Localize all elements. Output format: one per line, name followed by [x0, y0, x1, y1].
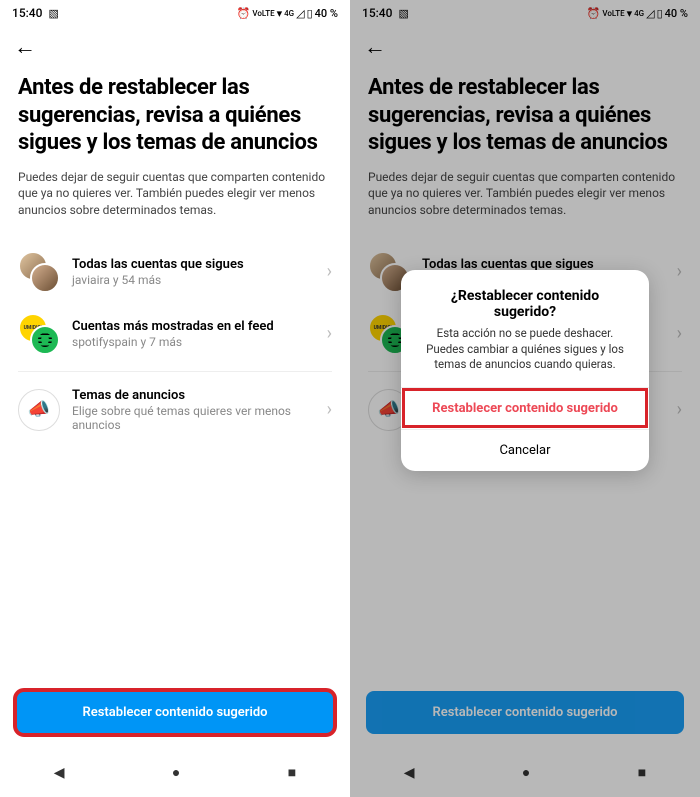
modal-cancel-button[interactable]: Cancelar	[401, 429, 649, 471]
page-title: Antes de restablecer las sugerencias, re…	[18, 74, 332, 157]
nav-home-icon[interactable]: ●	[522, 764, 530, 781]
battery-icon: ▯	[657, 7, 663, 20]
alarm-icon: ⏰	[237, 7, 251, 20]
row-sub: spotifyspain y 7 más	[72, 335, 315, 349]
status-time: 15:40	[362, 6, 392, 20]
page-subtitle: Puedes dejar de seguir cuentas que compa…	[368, 169, 682, 219]
row-ad-topics[interactable]: 📣 Temas de anuncios Elige sobre qué tema…	[18, 378, 332, 442]
modal-text: Esta acción no se puede deshacer. Puedes…	[419, 326, 631, 373]
status-bar: 15:40 ▧ ⏰ VoLTE ▾ 4G ◿ ▯ 40 %	[0, 0, 350, 26]
chevron-right-icon: ›	[677, 323, 682, 344]
row-feed-accounts[interactable]: Cuentas más mostradas en el feed spotify…	[18, 303, 332, 365]
row-title: Temas de anuncios	[72, 388, 315, 403]
row-sub: javiaira y 54 más	[72, 273, 315, 287]
android-nav-bar: ◀ ● ■	[350, 754, 700, 797]
page-subtitle: Puedes dejar de seguir cuentas que compa…	[18, 169, 332, 219]
row-title: Todas las cuentas que sigues	[72, 257, 315, 272]
row-sub: Elige sobre qué temas quieres ver menos …	[72, 404, 315, 432]
reset-suggestions-button[interactable]: Restablecer contenido sugerido	[366, 691, 684, 734]
megaphone-icon: 📣	[18, 389, 60, 431]
divider	[18, 371, 332, 372]
signal-4g-icon: 4G	[634, 9, 644, 18]
wifi-icon: ▾	[627, 7, 633, 20]
battery-pct: 40 %	[665, 7, 688, 20]
chevron-right-icon: ›	[677, 261, 682, 282]
reset-suggestions-button[interactable]: Restablecer contenido sugerido	[16, 691, 334, 734]
status-time: 15:40	[12, 6, 42, 20]
row-followed-accounts[interactable]: Todas las cuentas que sigues javiaira y …	[18, 241, 332, 303]
signal-icon: ◿	[646, 7, 654, 20]
nav-recent-icon[interactable]: ■	[288, 764, 296, 781]
row-title: Cuentas más mostradas en el feed	[72, 319, 315, 334]
chevron-right-icon: ›	[327, 261, 332, 282]
back-button[interactable]: ←	[14, 34, 42, 60]
volte-icon: VoLTE	[602, 9, 624, 18]
wifi-icon: ▾	[277, 7, 283, 20]
confirm-reset-modal: ¿Restablecer contenido sugerido? Esta ac…	[401, 270, 649, 471]
android-nav-bar: ◀ ● ■	[0, 754, 350, 797]
nav-back-icon[interactable]: ◀	[54, 765, 65, 781]
battery-pct: 40 %	[315, 7, 338, 20]
chevron-right-icon: ›	[677, 399, 682, 420]
status-app-icon: ▧	[48, 7, 58, 20]
status-app-icon: ▧	[398, 7, 408, 20]
page-title: Antes de restablecer las sugerencias, re…	[368, 74, 682, 157]
signal-icon: ◿	[296, 7, 304, 20]
nav-back-icon[interactable]: ◀	[404, 765, 415, 781]
signal-4g-icon: 4G	[284, 9, 294, 18]
nav-home-icon[interactable]: ●	[172, 764, 180, 781]
status-bar: 15:40 ▧ ⏰ VoLTE ▾ 4G ◿ ▯ 40 %	[350, 0, 700, 26]
back-button[interactable]: ←	[364, 34, 392, 60]
avatar-stack-icon	[18, 251, 60, 293]
nav-recent-icon[interactable]: ■	[638, 764, 646, 781]
modal-title: ¿Restablecer contenido sugerido?	[419, 288, 631, 320]
modal-confirm-button[interactable]: Restablecer contenido sugerido	[401, 387, 649, 429]
alarm-icon: ⏰	[587, 7, 601, 20]
battery-icon: ▯	[307, 7, 313, 20]
avatar-stack-icon	[18, 313, 60, 355]
volte-icon: VoLTE	[252, 9, 274, 18]
chevron-right-icon: ›	[327, 399, 332, 420]
chevron-right-icon: ›	[327, 323, 332, 344]
